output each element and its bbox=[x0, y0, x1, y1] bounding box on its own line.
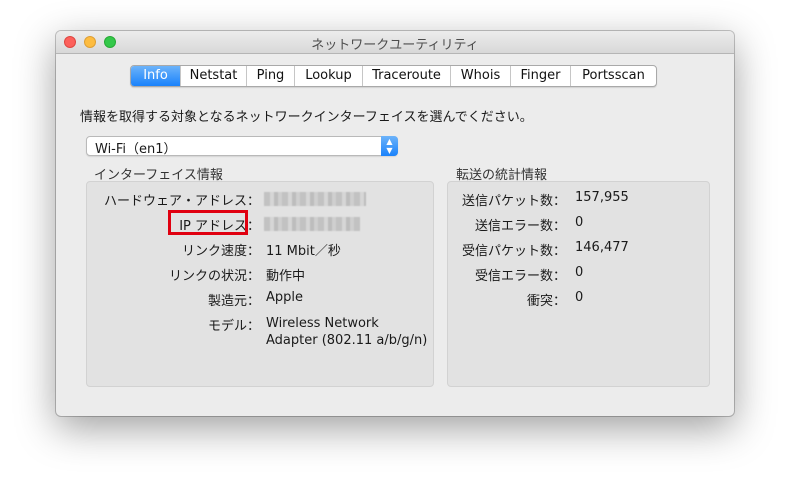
link-status-label: リンクの状況： bbox=[168, 269, 260, 284]
tab-portsscan[interactable]: Portsscan bbox=[570, 66, 656, 86]
interface-select-value: Wi-Fi（en1） bbox=[95, 142, 177, 157]
select-arrows-icon: ▲ ▼ bbox=[381, 136, 398, 156]
receive-errors-value: 0 bbox=[575, 265, 584, 280]
link-speed-value: 11 Mbit／秒 bbox=[266, 244, 341, 259]
window-title: ネットワークユーティリティ bbox=[311, 38, 479, 53]
instruction-text: 情報を取得する対象となるネットワークインターフェイスを選んでください。 bbox=[80, 110, 533, 125]
send-errors-value: 0 bbox=[575, 215, 584, 230]
send-errors-label: 送信エラー数： bbox=[474, 219, 566, 234]
sent-packets-label: 送信パケット数： bbox=[461, 194, 566, 209]
model-value-line1: Wireless Network bbox=[266, 316, 379, 331]
model-value-line2: Adapter (802.11 a/b/g/n) bbox=[266, 333, 428, 348]
redacted-ip-address bbox=[264, 216, 360, 231]
interface-info-panel bbox=[86, 181, 434, 387]
transfer-stats-panel bbox=[447, 181, 710, 387]
tab-whois[interactable]: Whois bbox=[450, 66, 510, 86]
collisions-value: 0 bbox=[575, 290, 584, 305]
collisions-label: 衝突： bbox=[526, 294, 566, 309]
tab-ping[interactable]: Ping bbox=[246, 66, 294, 86]
tab-finger[interactable]: Finger bbox=[510, 66, 570, 86]
tab-lookup[interactable]: Lookup bbox=[294, 66, 362, 86]
interface-select[interactable]: Wi-Fi（en1） ▲ ▼ bbox=[86, 136, 398, 157]
ip-address-highlight-box bbox=[168, 210, 248, 235]
tab-info[interactable]: Info bbox=[131, 66, 180, 86]
received-packets-label: 受信パケット数： bbox=[461, 244, 566, 259]
redacted-hardware-address bbox=[264, 191, 366, 206]
link-status-value: 動作中 bbox=[266, 269, 306, 284]
title-bar[interactable]: ネットワークユーティリティ bbox=[56, 31, 734, 54]
hardware-address-label: ハードウェア・アドレス： bbox=[103, 194, 260, 209]
tab-traceroute[interactable]: Traceroute bbox=[362, 66, 450, 86]
received-packets-value: 146,477 bbox=[575, 240, 629, 255]
tab-bar: Info Netstat Ping Lookup Traceroute Whoi… bbox=[130, 65, 657, 87]
hardware-address-value bbox=[264, 191, 366, 206]
receive-errors-label: 受信エラー数： bbox=[474, 269, 566, 284]
ip-address-value bbox=[264, 216, 360, 231]
network-utility-window: ネットワークユーティリティ Info Netstat Ping Lookup T… bbox=[56, 31, 734, 416]
model-label: モデル： bbox=[207, 319, 260, 334]
vendor-value: Apple bbox=[266, 290, 304, 305]
vendor-label: 製造元： bbox=[207, 294, 260, 309]
tab-netstat[interactable]: Netstat bbox=[180, 66, 246, 86]
sent-packets-value: 157,955 bbox=[575, 190, 629, 205]
link-speed-label: リンク速度： bbox=[181, 244, 260, 259]
